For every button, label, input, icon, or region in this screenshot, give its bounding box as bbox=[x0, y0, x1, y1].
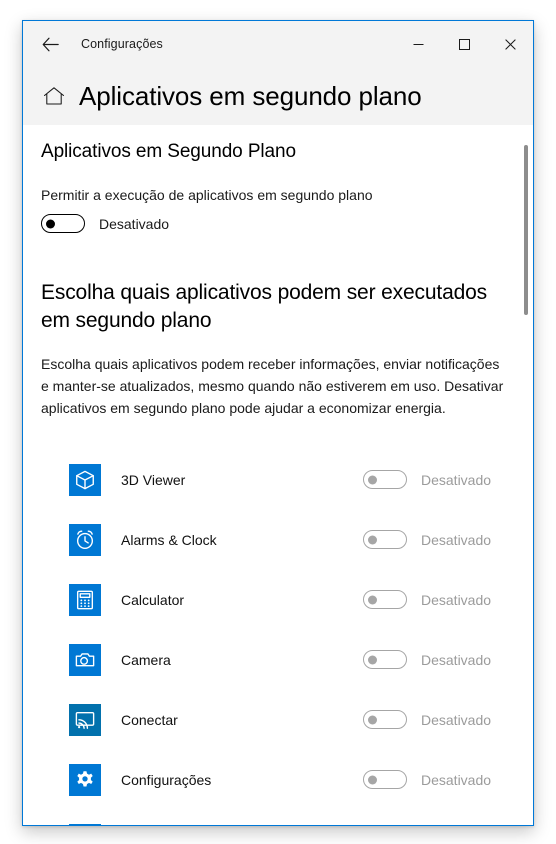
app-toggle-state: Desativado bbox=[421, 771, 492, 788]
app-toggle-state: Desativado bbox=[421, 591, 492, 608]
apps-section-description: Escolha quais aplicativos podem receber … bbox=[41, 356, 504, 416]
master-toggle-row: Desativado bbox=[41, 214, 533, 233]
app-row: Calculator Desativado bbox=[41, 570, 533, 630]
app-toggle-switch[interactable] bbox=[363, 650, 407, 669]
title-bar: Configurações bbox=[23, 21, 533, 67]
app-row: Camera Desativado bbox=[41, 630, 533, 690]
scrollbar-thumb[interactable] bbox=[524, 145, 528, 315]
section-title: Aplicativos em Segundo Plano bbox=[41, 141, 296, 162]
close-icon bbox=[504, 38, 516, 50]
close-button[interactable] bbox=[487, 21, 533, 67]
back-arrow-icon bbox=[42, 37, 59, 51]
toggle-knob bbox=[368, 475, 377, 484]
home-icon bbox=[43, 87, 65, 105]
window-title: Configurações bbox=[81, 37, 163, 51]
app-name: Alarms & Clock bbox=[121, 531, 217, 548]
camera-icon bbox=[69, 643, 101, 676]
maximize-button[interactable] bbox=[441, 21, 487, 67]
toggle-knob bbox=[368, 655, 377, 664]
app-row: Conectar Desativado bbox=[41, 690, 533, 750]
calculator-icon bbox=[69, 583, 101, 616]
app-toggle-wrap: Desativado bbox=[363, 770, 515, 789]
app-toggle-wrap: Desativado bbox=[363, 710, 515, 729]
app-toggle-state: Desativado bbox=[421, 711, 492, 728]
app-toggle-switch[interactable] bbox=[363, 530, 407, 549]
app-toggle-switch[interactable] bbox=[363, 470, 407, 489]
app-toggle-wrap: Desativado bbox=[363, 470, 515, 489]
app-row: 3D Viewer Desativado bbox=[41, 450, 533, 510]
minimize-button[interactable] bbox=[395, 21, 441, 67]
back-button[interactable] bbox=[28, 22, 72, 66]
app-toggle-state: Desativado bbox=[421, 531, 492, 548]
app-name: Configurações bbox=[121, 771, 212, 788]
app-row: Configurações Desativado bbox=[41, 750, 533, 810]
toggle-knob bbox=[368, 595, 377, 604]
app-name: 3D Viewer bbox=[121, 471, 186, 488]
app-toggle-wrap: Desativado bbox=[363, 590, 515, 609]
page-header: Aplicativos em segundo plano bbox=[23, 67, 533, 125]
toggle-knob bbox=[368, 775, 377, 784]
cube-3d-icon bbox=[69, 463, 101, 496]
app-toggle-switch[interactable] bbox=[363, 770, 407, 789]
feedback-icon bbox=[69, 823, 101, 825]
content-inner: Aplicativos em Segundo Plano Permitir a … bbox=[23, 125, 533, 825]
app-row: Feedback HubDesativado bbox=[41, 810, 533, 825]
window-controls bbox=[395, 21, 533, 67]
master-toggle-label: Permitir a execução de aplicativos em se… bbox=[41, 187, 373, 203]
app-toggle-state: Desativado bbox=[421, 651, 492, 668]
toggle-knob bbox=[368, 715, 377, 724]
toggle-knob bbox=[46, 219, 55, 228]
master-toggle-switch[interactable] bbox=[41, 214, 85, 233]
app-name: Calculator bbox=[121, 591, 185, 608]
app-toggle-wrap: Desativado bbox=[363, 530, 515, 549]
home-button[interactable] bbox=[41, 83, 67, 109]
cast-screen-icon bbox=[69, 703, 101, 736]
maximize-icon bbox=[458, 38, 470, 50]
gear-icon bbox=[69, 763, 101, 796]
app-list: 3D Viewer Desativado Alarms & Clock Desativ… bbox=[41, 450, 533, 825]
app-toggle-switch[interactable] bbox=[363, 710, 407, 729]
app-toggle-wrap: Desativado bbox=[363, 650, 515, 669]
content-scrollbar[interactable] bbox=[519, 125, 533, 825]
page-title: Aplicativos em segundo plano bbox=[79, 80, 422, 111]
screenshot-root: Configurações Aplicativos em segundo pla… bbox=[0, 0, 556, 844]
app-name: Camera bbox=[121, 651, 171, 668]
app-name: Conectar bbox=[121, 711, 178, 728]
master-toggle-state: Desativado bbox=[99, 215, 170, 232]
app-toggle-switch[interactable] bbox=[363, 590, 407, 609]
settings-window: Configurações Aplicativos em segundo pla… bbox=[22, 20, 534, 826]
alarm-clock-icon bbox=[69, 523, 101, 556]
minimize-icon bbox=[413, 43, 423, 45]
app-toggle-state: Desativado bbox=[421, 471, 492, 488]
content-area: Aplicativos em Segundo Plano Permitir a … bbox=[23, 125, 533, 825]
app-row: Alarms & Clock Desativado bbox=[41, 510, 533, 570]
toggle-knob bbox=[368, 535, 377, 544]
apps-section-heading: Escolha quais aplicativos podem ser exec… bbox=[41, 281, 488, 332]
